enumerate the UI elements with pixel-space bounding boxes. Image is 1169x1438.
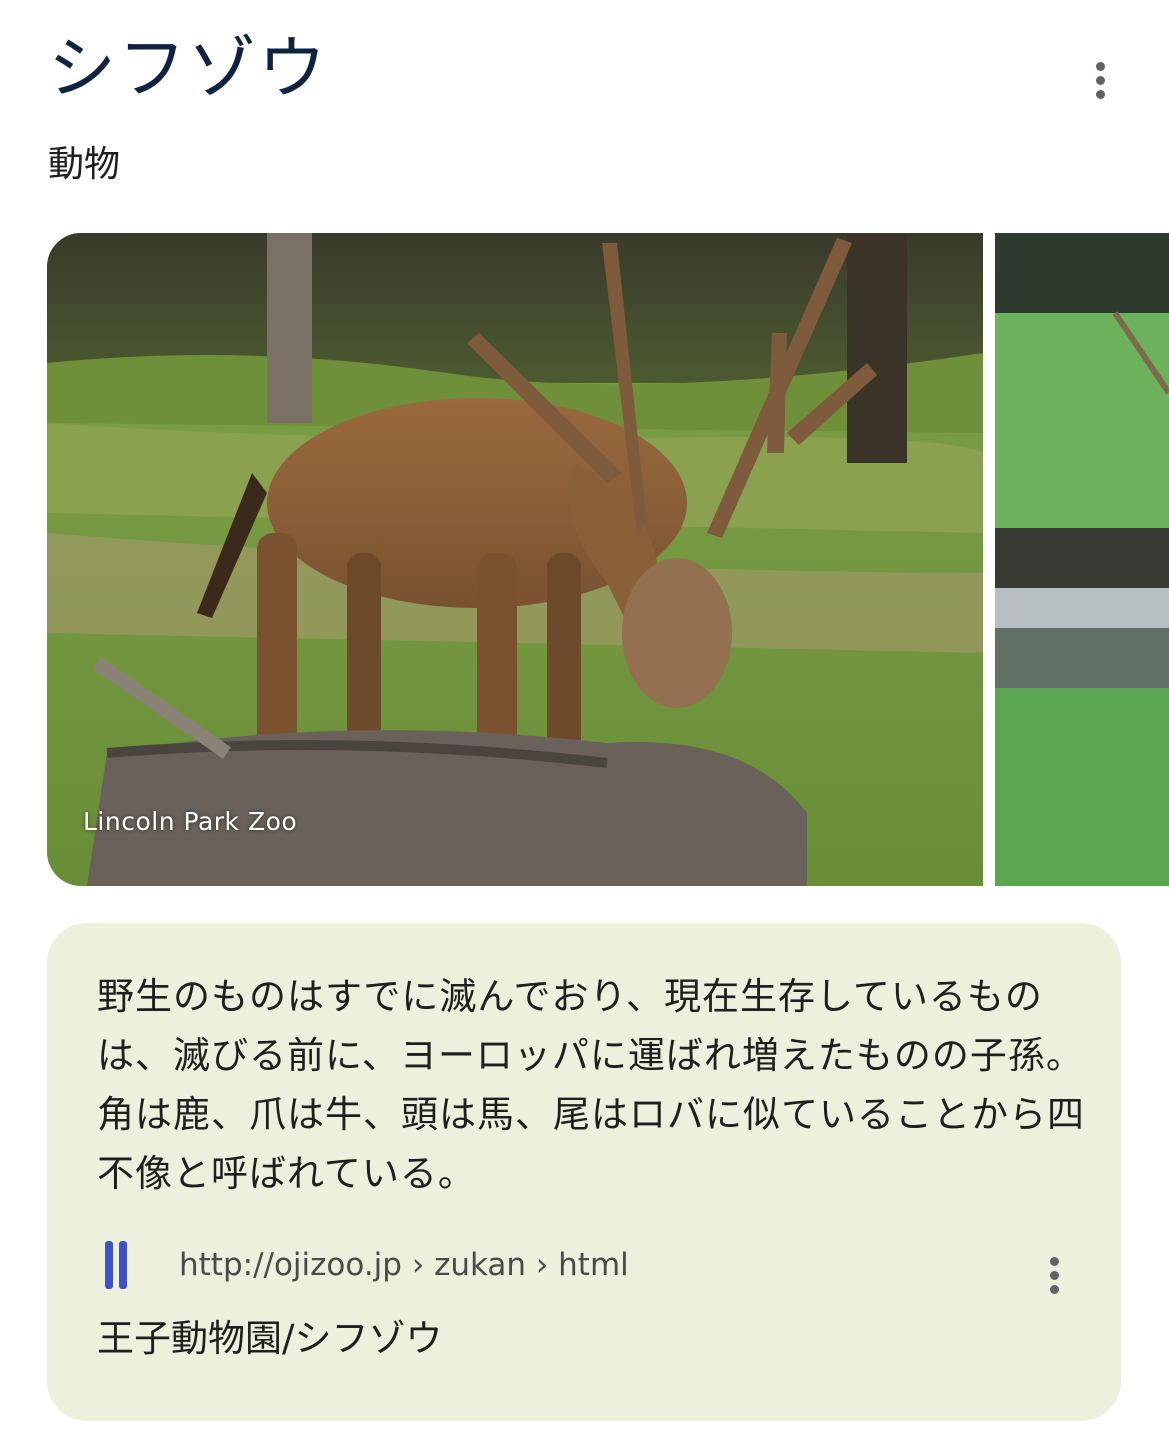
description-text: 野生のものはすでに滅んでおり、現在生存しているものは、滅びる前に、ヨーロッパに運… <box>97 975 1085 1195</box>
image-credit: Lincoln Park Zoo <box>83 807 298 836</box>
entity-type-label: 動物 <box>48 144 121 185</box>
more-vert-icon <box>1095 61 1105 71</box>
knowledge-panel: シフゾウ 動物 Lincoln Park Zoo 野生のものはすでに滅んでおり、… <box>0 0 1169 1438</box>
more-options-button[interactable] <box>1080 58 1120 102</box>
page-title: シフゾウ <box>48 30 329 109</box>
pond-meadow-photo <box>995 233 1169 886</box>
source-url[interactable]: http://ojizoo.jp › zukan › html <box>179 1245 629 1285</box>
description-card: 野生のものはすでに滅んでおり、現在生存しているものは、滅びる前に、ヨーロッパに運… <box>47 923 1121 1421</box>
deer-photo <box>47 233 983 886</box>
main-image[interactable]: Lincoln Park Zoo <box>47 233 983 886</box>
source-title-link[interactable]: 王子動物園/シフゾウ <box>97 1313 442 1365</box>
source-favicon-icon <box>105 1241 133 1289</box>
more-vert-icon <box>1049 1256 1059 1266</box>
secondary-image[interactable] <box>995 233 1169 886</box>
source-more-options-button[interactable] <box>1034 1253 1074 1297</box>
